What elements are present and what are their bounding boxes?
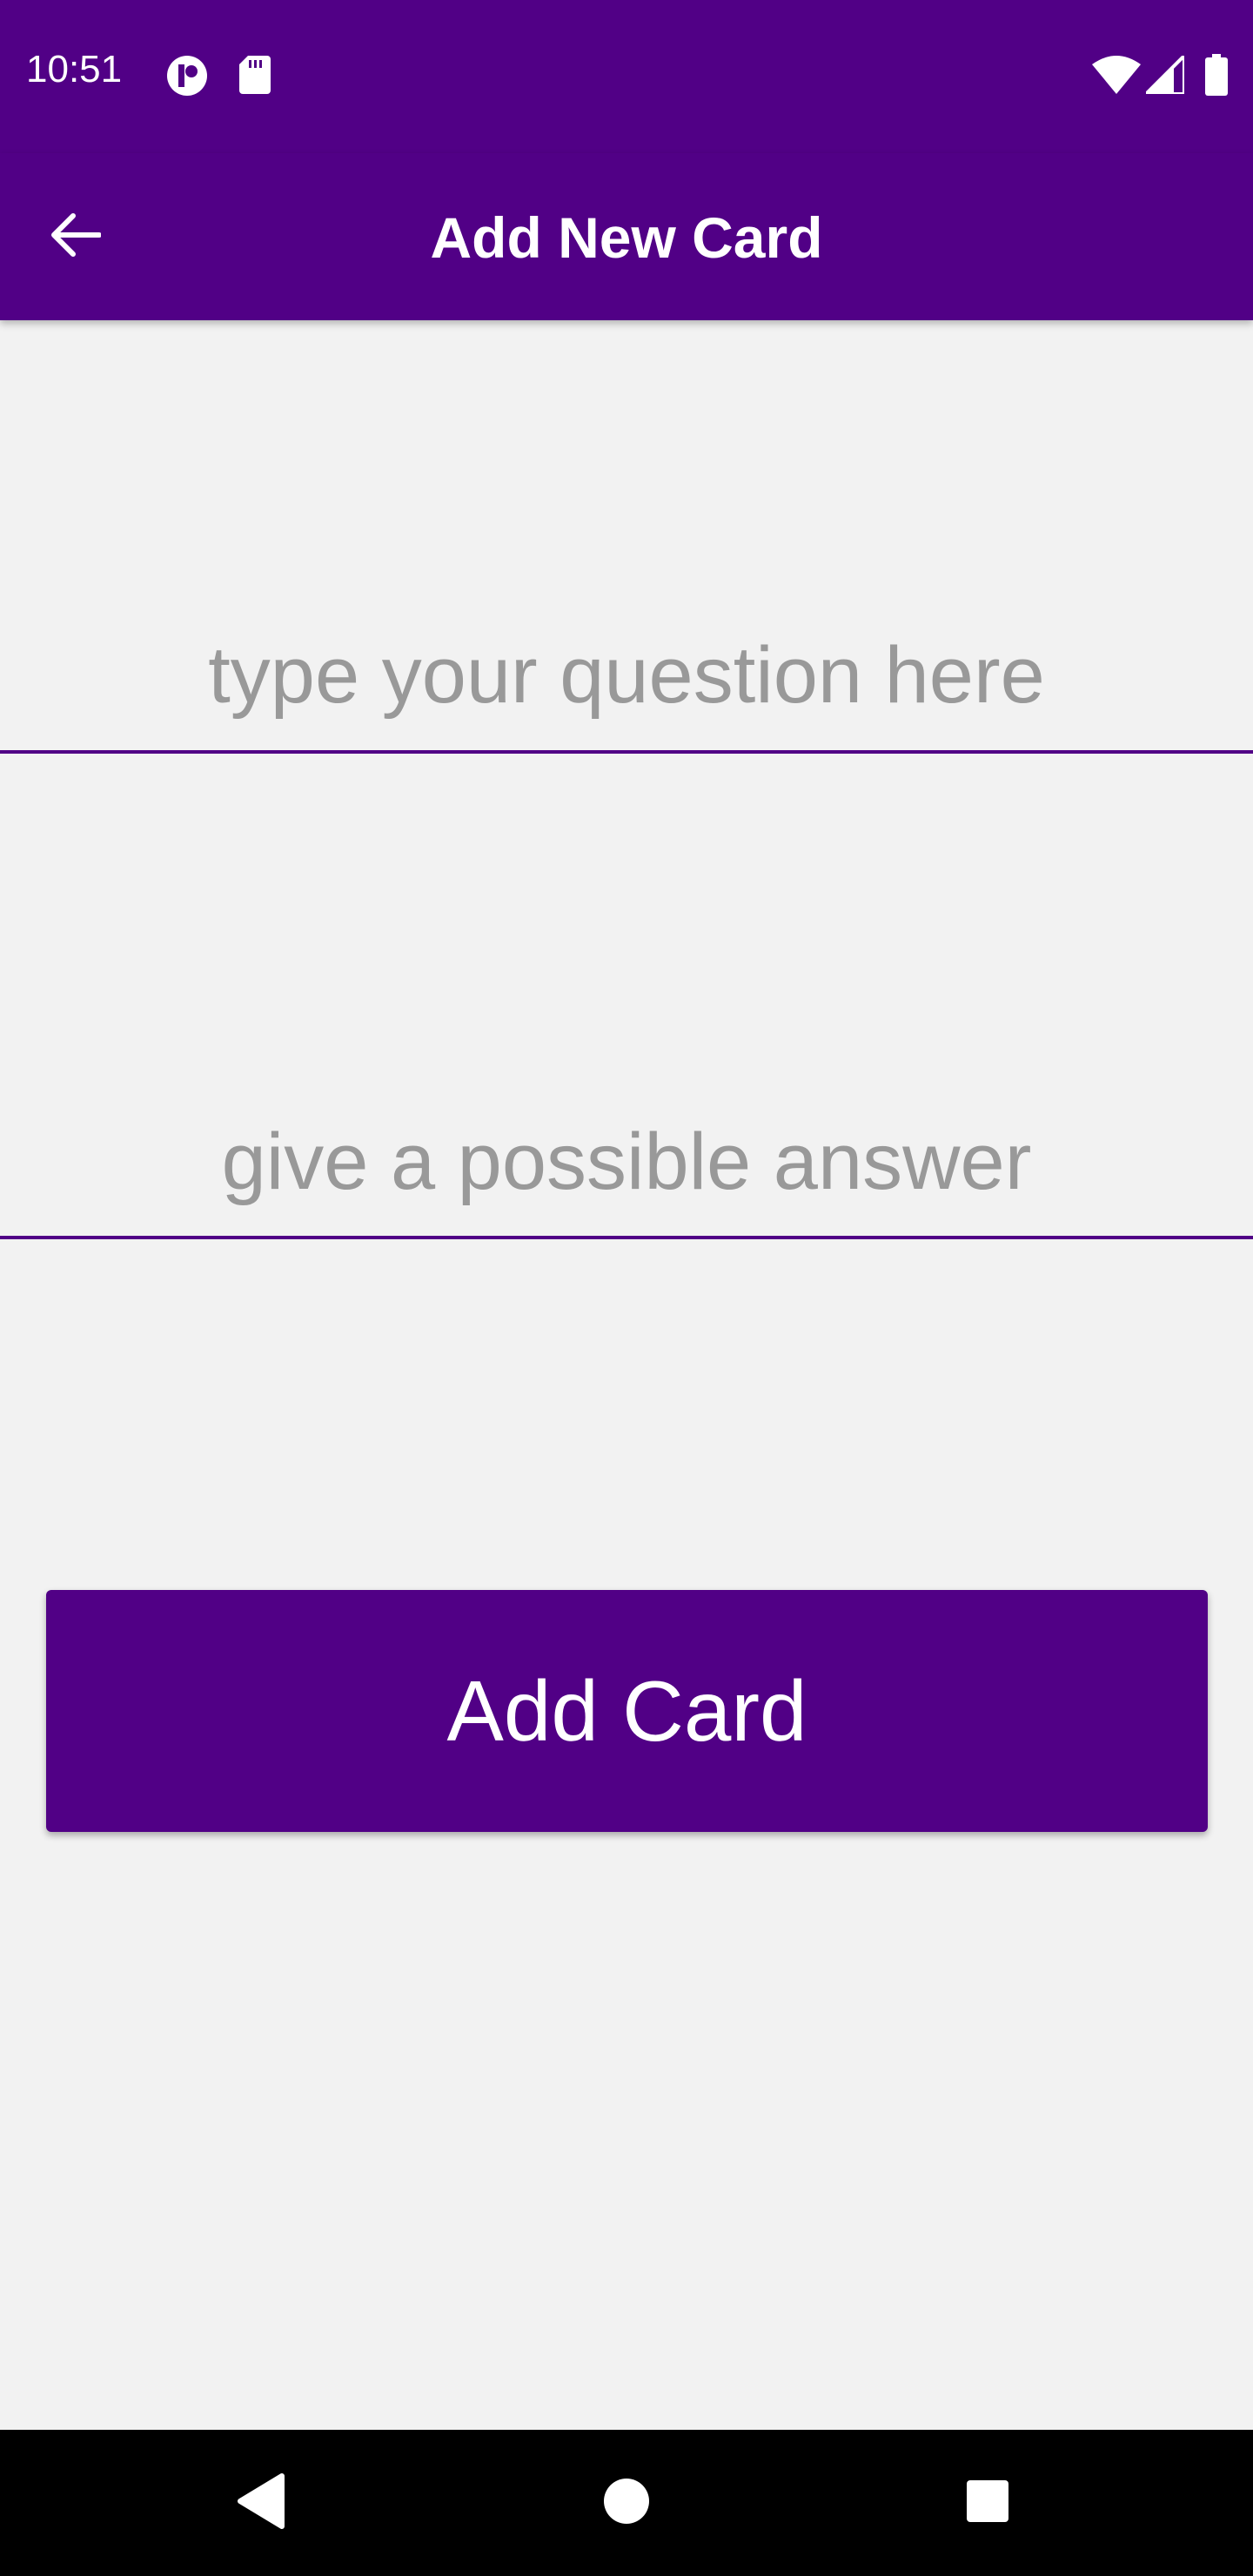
home-circle-icon [602, 2477, 651, 2530]
sd-card-icon [239, 56, 271, 98]
page-title: Add New Card [430, 205, 823, 270]
wifi-icon [1092, 56, 1141, 98]
cell-signal-icon [1142, 51, 1186, 98]
navigation-bar [0, 2430, 1253, 2576]
notification-app-icon [165, 54, 209, 102]
nav-home-button[interactable] [583, 2459, 670, 2546]
add-card-screen: 10:51 Add New Card type your question he… [0, 0, 1253, 2576]
recents-square-icon [965, 2479, 1010, 2528]
nav-back-button[interactable] [218, 2459, 305, 2546]
answer-input[interactable] [0, 1088, 1253, 1239]
app-bar: Add New Card [0, 153, 1253, 320]
status-bar: 10:51 [0, 0, 1253, 153]
add-card-button[interactable]: Add Card [46, 1590, 1208, 1832]
question-input[interactable] [0, 600, 1253, 754]
battery-icon [1205, 54, 1228, 100]
nav-recents-button[interactable] [944, 2459, 1031, 2546]
status-time: 10:51 [26, 48, 123, 91]
back-triangle-icon [235, 2472, 287, 2534]
